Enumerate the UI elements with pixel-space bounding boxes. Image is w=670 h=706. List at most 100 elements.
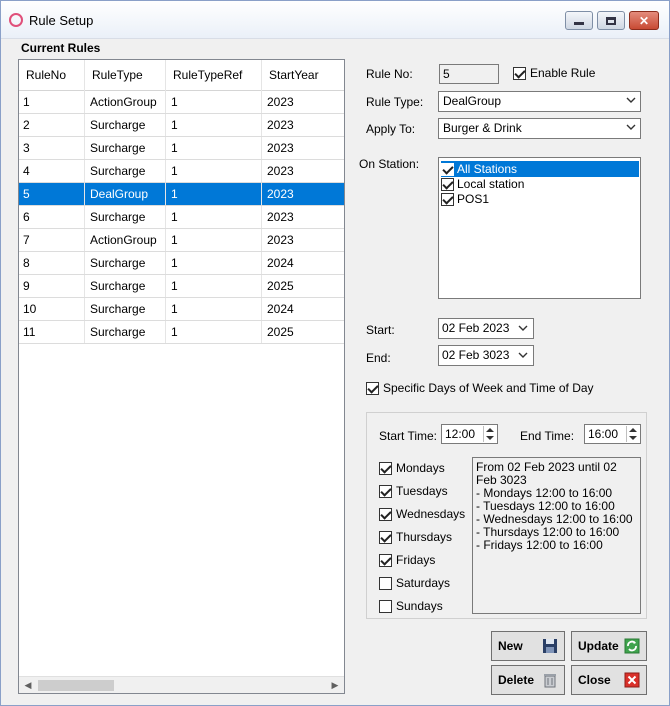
cell-ruletype: Surcharge [85,160,166,182]
column-header-ruletyperef[interactable]: RuleTypeRef [166,60,262,91]
end-time-value: 16:00 [588,427,619,441]
cell-startyear: 2023 [262,114,344,136]
scroll-right-icon[interactable]: ▶ [328,679,342,692]
day-check-icon [379,530,392,544]
cell-ruletyperef: 1 [166,137,262,159]
station-item-label: All Stations [457,162,518,176]
enable-rule-checkbox[interactable]: Enable Rule [513,66,595,80]
day-checkbox-thursdays[interactable]: Thursdays [379,530,452,544]
end-time-spinner[interactable]: 16:00 [584,424,641,444]
title-bar: Rule Setup ✕ [1,1,669,39]
floppy-disk-icon [543,639,557,653]
spinner-arrows-icon[interactable] [483,426,496,442]
station-checklist[interactable]: All Stations Local station POS1 [438,157,641,299]
cell-ruletyperef: 1 [166,229,262,251]
delete-button[interactable]: Delete [491,665,565,695]
cell-ruleno: 7 [19,229,85,251]
column-header-ruleno[interactable]: RuleNo [19,60,85,91]
table-row[interactable]: 8 Surcharge 1 2024 [19,252,344,275]
window-close-button[interactable]: ✕ [629,11,659,30]
specific-days-check-icon [366,381,379,395]
rule-type-select[interactable]: DealGroup [438,91,641,112]
new-button-label: New [498,639,523,653]
cell-ruleno: 4 [19,160,85,182]
station-item-local-station[interactable]: Local station [441,176,528,192]
cell-startyear: 2023 [262,206,344,228]
station-item-label: POS1 [457,192,490,206]
start-date-picker[interactable]: 02 Feb 2023 [438,318,534,339]
enable-rule-check-icon [513,66,526,80]
cell-ruletyperef: 1 [166,206,262,228]
chevron-down-icon [626,124,636,130]
station-item-pos1[interactable]: POS1 [441,191,493,207]
minimize-icon [574,22,584,25]
cell-ruletype: DealGroup [85,183,166,205]
station-check-icon [441,177,454,191]
start-time-label: Start Time: [379,429,438,443]
day-checkbox-tuesdays[interactable]: Tuesdays [379,484,448,498]
day-checkbox-fridays[interactable]: Fridays [379,553,435,567]
cell-startyear: 2023 [262,229,344,251]
maximize-button[interactable] [597,11,625,30]
specific-days-checkbox[interactable]: Specific Days of Week and Time of Day [366,381,594,395]
refresh-icon [624,638,640,654]
day-checkbox-sundays[interactable]: Sundays [379,599,443,613]
update-button-label: Update [578,639,619,653]
table-row[interactable]: 2 Surcharge 1 2023 [19,114,344,137]
cell-ruleno: 8 [19,252,85,274]
cell-startyear: 2024 [262,252,344,274]
apply-to-select[interactable]: Burger & Drink [438,118,641,139]
rule-no-field[interactable]: 5 [439,64,499,84]
scroll-left-icon[interactable]: ◀ [21,679,35,692]
cell-ruletyperef: 1 [166,183,262,205]
day-label: Saturdays [396,576,451,590]
update-button[interactable]: Update [571,631,647,661]
column-header-ruletype[interactable]: RuleType [85,60,166,91]
cell-ruletype: Surcharge [85,114,166,136]
rules-grid[interactable]: RuleNo RuleType RuleTypeRef StartYear 1A… [18,59,345,694]
close-button[interactable]: Close [571,665,647,695]
cell-ruletyperef: 1 [166,160,262,182]
table-row[interactable]: 3 Surcharge 1 2023 [19,137,344,160]
cell-startyear: 2023 [262,91,344,113]
trash-icon [544,674,556,688]
scrollbar-thumb[interactable] [38,680,114,691]
window-title: Rule Setup [29,13,94,28]
day-checkbox-mondays[interactable]: Mondays [379,461,445,475]
station-check-icon [441,192,454,206]
day-checkbox-saturdays[interactable]: Saturdays [379,576,450,590]
table-row[interactable]: 1 ActionGroup 1 2023 [19,91,344,114]
column-header-startyear[interactable]: StartYear [262,60,344,91]
close-button-label: Close [578,673,611,687]
apply-to-label: Apply To: [366,122,416,136]
cell-startyear: 2023 [262,137,344,159]
rules-grid-header: RuleNo RuleType RuleTypeRef StartYear [19,60,344,91]
start-time-spinner[interactable]: 12:00 [441,424,498,444]
table-row[interactable]: 10 Surcharge 1 2024 [19,298,344,321]
cell-startyear: 2023 [262,183,344,205]
rules-grid-body: 1 ActionGroup 1 2023 2 Surcharge 1 2023 3 Surchar… [19,91,344,344]
cell-startyear: 2024 [262,298,344,320]
table-row[interactable]: 7 ActionGroup 1 2023 [19,229,344,252]
start-date-value: 02 Feb 2023 [442,321,510,335]
day-checkbox-wednesdays[interactable]: Wednesdays [379,507,465,521]
minimize-button[interactable] [565,11,593,30]
table-row[interactable]: 11 Surcharge 1 2025 [19,321,344,344]
cell-ruletype: Surcharge [85,137,166,159]
end-date-picker[interactable]: 02 Feb 3023 [438,345,534,366]
day-label: Sundays [396,599,443,613]
table-row[interactable]: 4 Surcharge 1 2023 [19,160,344,183]
cell-ruleno: 3 [19,137,85,159]
cell-startyear: 2025 [262,321,344,343]
horizontal-scrollbar[interactable]: ◀ ▶ [19,676,344,693]
new-button[interactable]: New [491,631,565,661]
spinner-arrows-icon[interactable] [626,426,639,442]
chevron-down-icon [518,352,528,358]
table-row[interactable]: 9 Surcharge 1 2025 [19,275,344,298]
table-row[interactable]: 5 DealGroup 1 2023 [19,183,344,206]
table-row[interactable]: 6 Surcharge 1 2023 [19,206,344,229]
rule-setup-window: Rule Setup ✕ Current Rules RuleNo RuleTy… [0,0,670,706]
station-item-all-stations[interactable]: All Stations [441,161,639,177]
summary-line: - Fridays 12:00 to 16:00 [476,538,603,552]
day-check-icon [379,461,392,475]
